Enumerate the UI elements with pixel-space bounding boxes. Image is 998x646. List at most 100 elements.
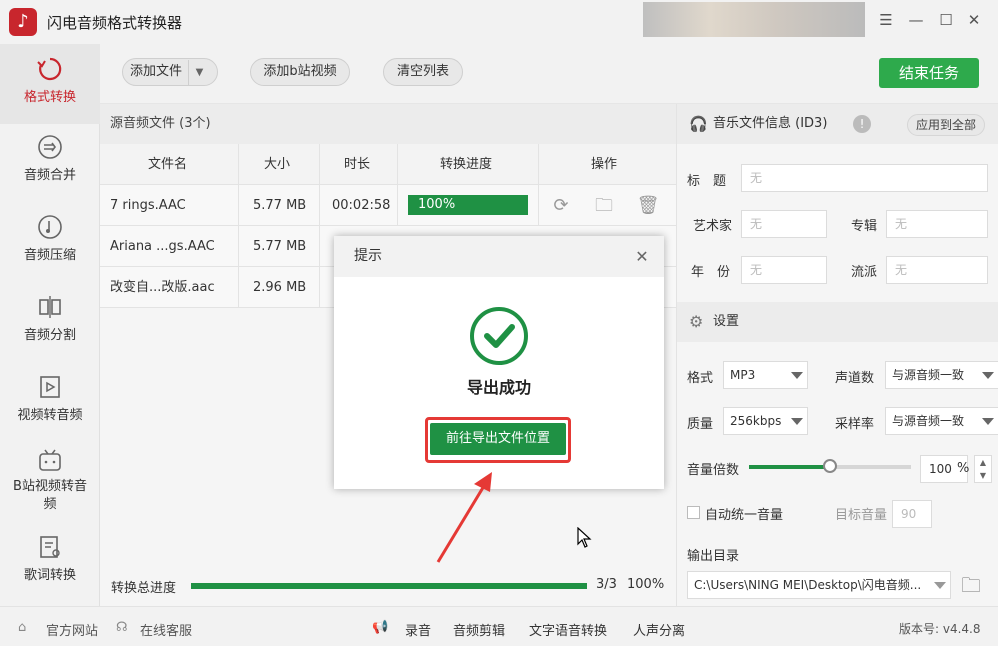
dialog-title: 提示 — [334, 236, 664, 277]
vocal-separation-link[interactable]: 人声分离 — [633, 620, 685, 639]
file-list-header: 源音频文件 (3个) — [100, 104, 676, 144]
chevron-down-icon — [982, 418, 994, 425]
genre-field[interactable]: 无 — [886, 256, 988, 284]
success-dialog: 提示 ✕ 导出成功 前往导出文件位置 — [334, 236, 664, 489]
toolbar: 添加文件 ▼ 添加b站视频 清空列表 结束任务 — [100, 44, 998, 104]
end-task-button[interactable]: 结束任务 — [879, 58, 979, 88]
open-folder-icon[interactable]: 🗀 — [592, 194, 616, 218]
samplerate-label: 采样率 — [835, 417, 875, 432]
total-progress-count: 3/3 — [596, 577, 617, 592]
website-link[interactable]: 官方网站 — [46, 620, 98, 639]
file-name: 7 rings.AAC — [110, 198, 186, 213]
nav-label: 音频分割 — [23, 328, 76, 343]
format-select[interactable]: MP3 — [723, 361, 808, 389]
split-icon — [39, 296, 61, 318]
close-icon[interactable]: ✕ — [632, 236, 652, 277]
nav-item-bilibili-to-audio[interactable]: B站视频转音频 — [0, 448, 100, 530]
auto-volume-label: 自动统一音量 — [705, 508, 784, 523]
genre-label: 流派 — [851, 265, 878, 280]
tts-link[interactable]: 文字语音转换 — [529, 620, 607, 639]
channels-value: 与源音频一致 — [892, 368, 965, 382]
nav-item-audio-split[interactable]: 音频分割 — [0, 294, 100, 364]
volume-stepper[interactable]: ▲ ▼ — [974, 455, 992, 483]
title-bar: ♪ 闪电音频格式转换器 ☰ — ☐ ✕ — [0, 0, 998, 44]
chevron-down-icon — [982, 372, 994, 379]
settings-panel: 🎧 音乐文件信息 (ID3) ! 应用到全部 标 题 无 艺术家 无 专辑 无 … — [676, 104, 998, 606]
column-header: 时长 — [344, 157, 371, 172]
lyrics-icon — [40, 536, 60, 558]
year-label: 年 份 — [691, 265, 731, 280]
menu-icon[interactable]: ☰ — [876, 10, 896, 30]
album-field[interactable]: 无 — [886, 210, 988, 238]
title-field[interactable]: 无 — [741, 164, 988, 192]
go-to-export-location-button[interactable]: 前往导出文件位置 — [430, 423, 566, 455]
format-value: MP3 — [730, 368, 756, 382]
settings-title: 设置 — [713, 314, 740, 329]
column-header: 文件名 — [148, 157, 188, 172]
artist-label: 艺术家 — [693, 219, 733, 234]
convert-progress: 100% — [408, 195, 528, 215]
nav-label: 视频转音频 — [17, 408, 83, 423]
apply-all-button[interactable]: 应用到全部 — [907, 114, 985, 136]
target-volume-label: 目标音量 — [835, 508, 888, 523]
quality-label: 质量 — [687, 417, 714, 432]
file-size: 2.96 MB — [253, 280, 307, 295]
samplerate-select[interactable]: 与源音频一致 — [885, 407, 998, 435]
title-label: 标 题 — [687, 174, 727, 189]
auto-volume-checkbox[interactable] — [687, 506, 700, 519]
artist-field[interactable]: 无 — [741, 210, 827, 238]
left-nav: 格式转换 音频合并 音频压缩 音频分割 视频转音频 B站视频转音频 歌词转换 — [0, 44, 100, 606]
annotation-arrow — [436, 472, 492, 563]
compress-icon — [38, 215, 62, 239]
nav-item-lyrics-convert[interactable]: 歌词转换 — [0, 534, 100, 604]
file-size: 5.77 MB — [253, 198, 307, 213]
music-note-icon: ♪ — [9, 8, 37, 36]
check-icon — [470, 307, 528, 365]
volume-slider[interactable] — [749, 459, 911, 473]
nav-item-format-convert[interactable]: 格式转换 — [0, 44, 100, 124]
nav-item-audio-compress[interactable]: 音频压缩 — [0, 214, 100, 284]
headphones-icon: 🎧 — [689, 115, 708, 133]
file-name: Ariana ...gs.AAC — [110, 239, 215, 254]
record-link[interactable]: 录音 — [405, 620, 431, 639]
samplerate-value: 与源音频一致 — [892, 414, 965, 428]
chevron-down-icon — [791, 418, 803, 425]
support-link[interactable]: 在线客服 — [140, 620, 192, 639]
info-icon[interactable]: ! — [853, 115, 871, 133]
user-account-area[interactable] — [643, 2, 865, 37]
mouse-cursor-icon — [577, 527, 592, 548]
nav-label: B站视频转音频 — [13, 479, 87, 512]
column-header: 大小 — [264, 157, 291, 172]
merge-icon — [38, 135, 62, 159]
minimize-icon[interactable]: — — [906, 10, 926, 30]
nav-item-video-to-audio[interactable]: 视频转音频 — [0, 374, 100, 444]
quality-value: 256kbps — [730, 414, 782, 428]
nav-label: 歌词转换 — [23, 568, 76, 583]
video-audio-icon — [40, 376, 60, 398]
volume-slider-handle[interactable] — [823, 459, 837, 473]
quality-select[interactable]: 256kbps — [723, 407, 808, 435]
headset-icon: ☊ — [116, 620, 128, 635]
channels-select[interactable]: 与源音频一致 — [885, 361, 998, 389]
audio-edit-link[interactable]: 音频剪辑 — [453, 620, 505, 639]
volume-unit: % — [957, 461, 970, 476]
delete-icon[interactable]: 🗑 — [636, 194, 660, 218]
format-label: 格式 — [687, 371, 714, 386]
output-path-select[interactable]: C:\Users\NING MEI\Desktop\闪电音频... — [687, 571, 951, 599]
target-volume-input[interactable]: 90 — [892, 500, 932, 528]
column-header: 操作 — [591, 157, 618, 172]
close-icon[interactable]: ✕ — [964, 10, 984, 30]
reconvert-icon[interactable]: ⟳ — [549, 194, 573, 218]
bilibili-icon — [39, 449, 61, 471]
year-field[interactable]: 无 — [741, 256, 827, 284]
folder-icon[interactable]: 🗀 — [961, 571, 981, 605]
add-bilibili-button[interactable]: 添加b站视频 — [250, 58, 350, 86]
nav-item-audio-merge[interactable]: 音频合并 — [0, 134, 100, 204]
app-title: 闪电音频格式转换器 — [47, 14, 183, 32]
add-file-button[interactable]: 添加文件 ▼ — [122, 58, 218, 86]
table-row[interactable]: 7 rings.AAC 5.77 MB 00:02:58 100% ⟳ 🗀 🗑 — [100, 185, 676, 226]
maximize-icon[interactable]: ☐ — [936, 10, 956, 30]
clear-list-button[interactable]: 清空列表 — [383, 58, 463, 86]
total-progress-label: 转换总进度 — [111, 581, 177, 596]
chevron-down-icon[interactable]: ▼ — [188, 60, 210, 86]
